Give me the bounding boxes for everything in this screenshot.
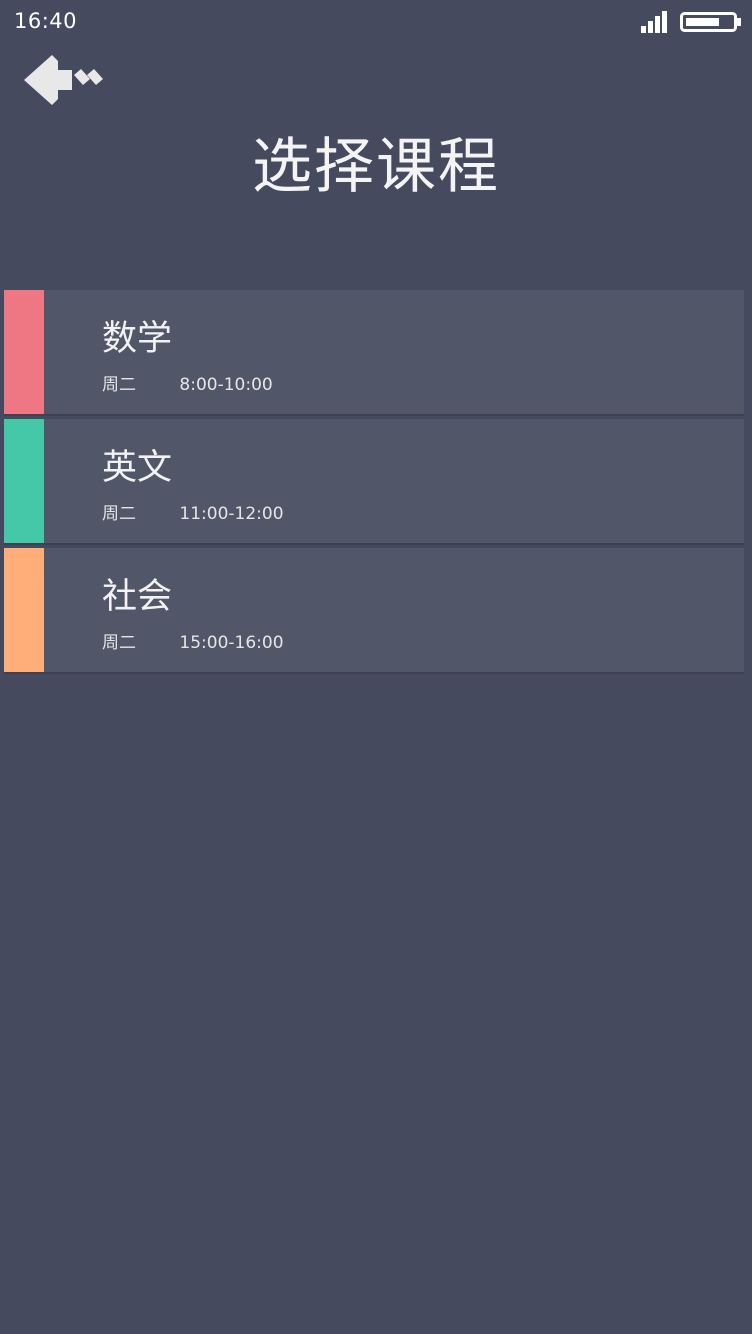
battery-icon: [680, 12, 741, 32]
course-color-strip: [4, 548, 44, 672]
course-color-strip: [4, 290, 44, 414]
course-name: 英文: [102, 448, 173, 488]
course-day: 周二: [102, 504, 136, 524]
course-meta: 周二 11:00-12:00: [102, 499, 284, 524]
course-name: 社会: [102, 577, 173, 617]
course-color-strip: [4, 419, 44, 543]
course-time: 11:00-12:00: [179, 504, 284, 524]
course-item[interactable]: 英文 周二 11:00-12:00: [4, 419, 744, 543]
course-time: 15:00-16:00: [179, 633, 284, 653]
course-time: 8:00-10:00: [179, 375, 273, 395]
course-list: 数学 周二 8:00-10:00 英文 周二 11:00-12:00 社会 周二…: [4, 290, 744, 677]
course-meta: 周二 8:00-10:00: [102, 370, 273, 395]
course-name: 数学: [102, 319, 173, 359]
page-title: 选择课程: [252, 132, 500, 202]
course-item[interactable]: 数学 周二 8:00-10:00: [4, 290, 744, 414]
back-arrow-icon: [24, 55, 103, 105]
course-meta: 周二 15:00-16:00: [102, 628, 284, 653]
course-item[interactable]: 社会 周二 15:00-16:00: [4, 548, 744, 672]
signal-bars-icon: [641, 11, 667, 33]
status-bar: 16:40: [0, 0, 752, 44]
back-button[interactable]: [22, 52, 110, 110]
status-time: 16:40: [14, 9, 78, 33]
course-day: 周二: [102, 375, 136, 395]
course-day: 周二: [102, 633, 136, 653]
